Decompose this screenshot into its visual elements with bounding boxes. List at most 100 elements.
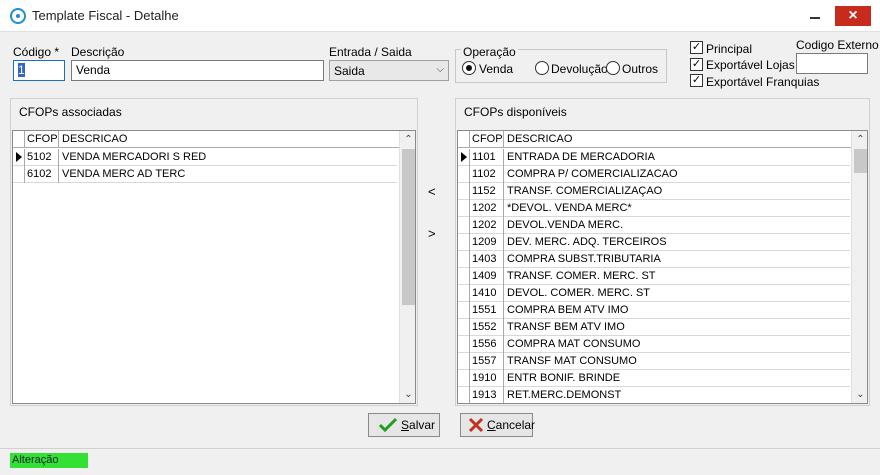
disponiveis-title: CFOPs disponíveis [464, 105, 567, 119]
exportavel-franquias-checkbox[interactable]: ✓ [690, 74, 703, 87]
cell-cfop: 1556 [472, 338, 497, 350]
scroll-down-icon[interactable]: ⌄ [400, 386, 415, 403]
remove-cfop-button[interactable]: > [428, 226, 436, 241]
principal-label[interactable]: Principal [706, 42, 752, 56]
principal-checkbox[interactable]: ✓ [690, 41, 703, 54]
salvar-label: Salvar [401, 418, 436, 432]
cell-cfop: 1910 [472, 372, 497, 384]
app-icon [10, 8, 26, 24]
associadas-scrollbar[interactable]: ⌃ ⌄ [399, 131, 415, 403]
cell-cfop: 1551 [472, 304, 497, 316]
scroll-up-icon[interactable]: ⌃ [852, 131, 867, 148]
table-row[interactable]: 1913 RET.MERC.DEMONST [458, 387, 850, 403]
table-row[interactable]: 1152 TRANSF. COMERCIALIZAÇAO [458, 183, 850, 200]
cell-descricao: TRANSF. COMERCIALIZAÇAO [507, 185, 663, 197]
disponiveis-panel: CFOPs disponíveis CFOP DESCRICAO 1101 ENT… [455, 98, 870, 406]
cell-cfop: 1409 [472, 270, 497, 282]
close-button[interactable]: × [835, 6, 871, 26]
table-row[interactable]: 6102 VENDA MERC AD TERC [13, 166, 397, 183]
table-row[interactable]: 1101 ENTRADA DE MERCADORIA [458, 149, 850, 166]
exportavel-lojas-label[interactable]: Exportável Lojas [706, 58, 795, 72]
salvar-button[interactable]: Salvar [368, 413, 440, 437]
add-cfop-button[interactable]: < [428, 184, 436, 199]
cell-cfop: 1101 [472, 151, 496, 163]
title-bar: Template Fiscal - Detalhe × [0, 0, 880, 32]
cell-cfop: 1403 [472, 253, 497, 265]
x-icon [468, 417, 484, 433]
descricao-label: Descrição [71, 45, 125, 59]
cell-descricao: ENTRADA DE MERCADORIA [507, 151, 655, 163]
table-row[interactable]: 1102 COMPRA P/ COMERCIALIZACAO [458, 166, 850, 183]
cell-cfop: 6102 [27, 168, 52, 180]
radio-devolucao[interactable] [535, 61, 549, 75]
table-row[interactable]: 1556 COMPRA MAT CONSUMO [458, 336, 850, 353]
scroll-down-icon[interactable]: ⌄ [852, 386, 867, 403]
disponiveis-scrollbar[interactable]: ⌃ ⌄ [851, 131, 867, 403]
cell-descricao: DEVOL.VENDA MERC. [507, 219, 624, 231]
check-icon [379, 417, 397, 433]
table-row[interactable]: 1202 *DEVOL. VENDA MERC* [458, 200, 850, 217]
table-row[interactable]: 1551 COMPRA BEM ATV IMO [458, 302, 850, 319]
radio-venda[interactable] [462, 61, 476, 75]
table-row[interactable]: 1209 DEV. MERC. ADQ. TERCEIROS [458, 234, 850, 251]
codigo-label: Código * [13, 45, 60, 59]
cell-cfop: 1202 [472, 219, 497, 231]
status-bar: Alteração [0, 448, 880, 475]
cell-descricao: TRANSF MAT CONSUMO [507, 355, 637, 367]
radio-outros[interactable] [606, 61, 620, 75]
cell-descricao: TRANSF. COMER. MERC. ST [507, 270, 656, 282]
associadas-title: CFOPs associadas [19, 105, 122, 119]
codigo-externo-label: Codigo Externo [796, 38, 879, 52]
associadas-grid: CFOP DESCRICAO 5102 VENDA MERCADORI S RE… [12, 130, 416, 404]
table-row[interactable]: 1202 DEVOL.VENDA MERC. [458, 217, 850, 234]
table-row[interactable]: 1403 COMPRA SUBST.TRIBUTARIA [458, 251, 850, 268]
cell-descricao: COMPRA BEM ATV IMO [507, 304, 629, 316]
codigo-value: 1 [18, 63, 25, 77]
entrada-saida-label: Entrada / Saida [329, 45, 412, 59]
codigo-input[interactable]: 1 [13, 60, 65, 81]
associadas-panel: CFOPs associadas CFOP DESCRICAO 5102 VEN… [10, 98, 418, 406]
column-header-cfop[interactable]: CFOP [472, 133, 503, 145]
table-row[interactable]: 1410 DEVOL. COMER. MERC. ST [458, 285, 850, 302]
disponiveis-grid-header: CFOP DESCRICAO [458, 131, 851, 148]
status-badge: Alteração [10, 453, 88, 468]
cell-cfop: 1202 [472, 202, 497, 214]
cell-cfop: 1552 [472, 321, 497, 333]
cancelar-label: Cancelar [487, 418, 536, 432]
column-header-cfop[interactable]: CFOP [27, 133, 58, 145]
cell-descricao: VENDA MERC AD TERC [62, 168, 186, 180]
radio-devolucao-label[interactable]: Devolução [551, 62, 608, 76]
table-row[interactable]: 1409 TRANSF. COMER. MERC. ST [458, 268, 850, 285]
radio-venda-label[interactable]: Venda [479, 62, 513, 76]
scroll-thumb[interactable] [854, 149, 867, 173]
column-header-descricao[interactable]: DESCRICAO [62, 133, 127, 145]
minimize-button[interactable] [800, 0, 830, 32]
cell-cfop: 1913 [472, 389, 497, 401]
table-row[interactable]: 1557 TRANSF MAT CONSUMO [458, 353, 850, 370]
cell-descricao: ENTR BONIF. BRINDE [507, 372, 621, 384]
codigo-externo-input[interactable] [796, 53, 868, 74]
cell-cfop: 1410 [472, 287, 497, 299]
cancelar-button[interactable]: Cancelar [460, 413, 536, 437]
cell-descricao: *DEVOL. VENDA MERC* [507, 202, 632, 214]
scroll-up-icon[interactable]: ⌃ [400, 131, 415, 148]
table-row[interactable]: 1552 TRANSF BEM ATV IMO [458, 319, 850, 336]
descricao-input[interactable]: Venda [71, 60, 324, 81]
column-header-descricao[interactable]: DESCRICAO [507, 133, 572, 145]
cell-cfop: 5102 [27, 151, 52, 163]
radio-outros-label[interactable]: Outros [622, 62, 658, 76]
table-row[interactable]: 5102 VENDA MERCADORI S RED [13, 149, 397, 166]
table-row[interactable]: 1910 ENTR BONIF. BRINDE [458, 370, 850, 387]
cell-cfop: 1152 [472, 185, 496, 197]
entrada-saida-select[interactable]: Saida ⌵ [329, 60, 449, 81]
associadas-grid-header: CFOP DESCRICAO [13, 131, 399, 148]
window-title: Template Fiscal - Detalhe [32, 8, 179, 23]
scroll-thumb[interactable] [402, 149, 415, 305]
cell-descricao: COMPRA SUBST.TRIBUTARIA [507, 253, 661, 265]
exportavel-lojas-checkbox[interactable]: ✓ [690, 58, 703, 71]
cell-cfop: 1102 [472, 168, 496, 180]
cell-descricao: COMPRA P/ COMERCIALIZACAO [507, 168, 678, 180]
cell-descricao: RET.MERC.DEMONST [507, 389, 622, 401]
cell-descricao: VENDA MERCADORI S RED [62, 151, 207, 163]
exportavel-franquias-label[interactable]: Exportável Franquias [706, 75, 819, 89]
